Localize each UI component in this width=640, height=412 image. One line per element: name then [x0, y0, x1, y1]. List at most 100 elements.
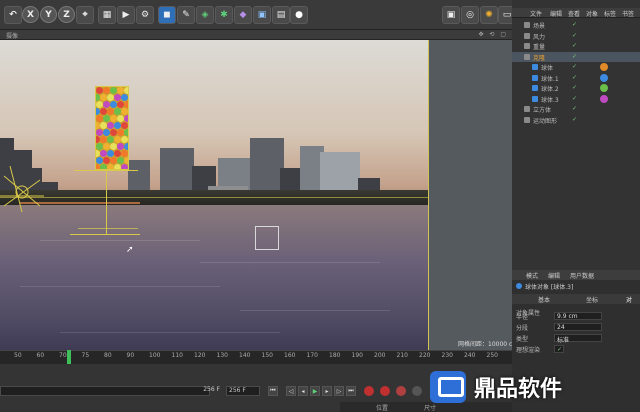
cloner-cube[interactable]: [95, 86, 129, 170]
menu-view[interactable]: 查看: [568, 9, 580, 18]
menu-edit[interactable]: 编辑: [550, 9, 562, 18]
undo-icon[interactable]: ↶: [4, 6, 22, 24]
clone-sphere: [103, 87, 110, 94]
viewport-label: 摄像: [6, 33, 19, 40]
display-icon[interactable]: ▣: [442, 6, 460, 24]
timeline-playhead[interactable]: [67, 350, 71, 364]
clone-sphere: [110, 115, 117, 122]
radius-field: 半径 9.9 cm: [516, 312, 640, 321]
timeline-tick-label: 70: [59, 352, 67, 359]
clone-sphere: [121, 136, 128, 143]
material-tag-icon[interactable]: [600, 63, 608, 71]
sun-icon[interactable]: ✺: [480, 6, 498, 24]
sphere-icon: [532, 95, 538, 102]
clone-sphere: [96, 129, 103, 136]
object-name: 球体.3: [541, 96, 559, 104]
viewport-nav-icons[interactable]: ✥ ⟲ ▢: [478, 31, 508, 38]
next-key-icon[interactable]: ▷: [334, 386, 344, 396]
menu-edit[interactable]: 编辑: [548, 271, 560, 280]
next-frame-icon[interactable]: ▸: [322, 386, 332, 396]
clone-sphere: [117, 129, 124, 136]
object-row[interactable]: 球体 ✓: [512, 62, 640, 72]
object-row[interactable]: 球体.2 ✓: [512, 83, 640, 93]
menu-bookmarks[interactable]: 书签: [622, 9, 634, 18]
sphere-icon: [516, 283, 522, 289]
object-row[interactable]: 运动图形 ✓: [512, 115, 640, 125]
light-icon[interactable]: ●: [290, 6, 308, 24]
auto-key-icon[interactable]: [380, 386, 390, 396]
render-region-icon[interactable]: ▦: [98, 6, 116, 24]
material-tag-icon[interactable]: [600, 84, 608, 92]
object-row[interactable]: 球体.1 ✓: [512, 73, 640, 83]
timeline-tick-label: 140: [239, 352, 251, 359]
prev-key-icon[interactable]: ◁: [286, 386, 296, 396]
object-row[interactable]: 克隆 ✓: [512, 51, 640, 62]
visibility-check-icon[interactable]: ✓: [572, 84, 577, 91]
cube-icon[interactable]: ◼: [158, 6, 176, 24]
menu-file[interactable]: 文件: [530, 9, 542, 18]
radius-input[interactable]: 9.9 cm: [554, 312, 602, 320]
go-end-icon[interactable]: ⏭: [346, 386, 356, 396]
attribute-tabs: 基本 坐标 对: [512, 294, 640, 304]
menu-tags[interactable]: 标签: [604, 9, 616, 18]
record-icon[interactable]: [364, 386, 374, 396]
max-frame-field[interactable]: 256 F: [226, 386, 260, 396]
menu-object[interactable]: 对象: [586, 9, 598, 18]
segments-input[interactable]: 24: [554, 323, 602, 331]
end-frame-field[interactable]: 256 F: [188, 386, 222, 396]
visibility-check-icon[interactable]: ✓: [572, 63, 577, 70]
deformer-icon[interactable]: ◆: [234, 6, 252, 24]
target-icon[interactable]: ◎: [461, 6, 479, 24]
menu-user-data[interactable]: 用户数据: [570, 271, 594, 280]
viewport[interactable]: ➚: [0, 40, 428, 350]
timeline-tick-label: 90: [126, 352, 135, 359]
object-name: 球体: [541, 65, 554, 72]
menu-mode[interactable]: 模式: [526, 271, 538, 280]
render-view-icon[interactable]: ▶: [117, 6, 135, 24]
material-tag-icon[interactable]: [600, 73, 608, 82]
object-icon: [524, 116, 530, 123]
go-start-icon[interactable]: ⏮: [268, 386, 278, 396]
render-settings-icon[interactable]: ⚙: [136, 6, 154, 24]
object-row[interactable]: 场景 ✓: [512, 20, 640, 30]
array-icon[interactable]: ✱: [215, 6, 233, 24]
y-axis-button[interactable]: Y: [40, 6, 57, 23]
tab-object[interactable]: 对: [626, 295, 632, 304]
visibility-check-icon[interactable]: ✓: [572, 105, 577, 112]
coord-icon[interactable]: ⌖: [76, 6, 94, 24]
pen-icon[interactable]: ✎: [177, 6, 195, 24]
clone-sphere: [121, 122, 128, 129]
visibility-check-icon[interactable]: ✓: [572, 95, 577, 102]
preview-range-slider[interactable]: [0, 386, 210, 396]
visibility-check-icon[interactable]: ✓: [572, 53, 577, 60]
object-row[interactable]: 重量 ✓: [512, 41, 640, 51]
object-row[interactable]: 球体.3 ✓: [512, 94, 640, 104]
tab-coordinates[interactable]: 坐标: [586, 295, 598, 304]
clone-sphere: [107, 108, 114, 115]
visibility-check-icon[interactable]: ✓: [572, 32, 577, 39]
timeline-tick-label: 50: [14, 352, 22, 359]
prev-frame-icon[interactable]: ◂: [298, 386, 308, 396]
wind-gizmo[interactable]: [0, 166, 50, 216]
clone-sphere: [103, 101, 110, 108]
x-axis-button[interactable]: X: [22, 6, 39, 23]
z-axis-button[interactable]: Z: [58, 6, 75, 23]
subdivide-icon[interactable]: ◈: [196, 6, 214, 24]
camera-icon[interactable]: ▣: [253, 6, 271, 24]
object-row[interactable]: 立方体 ✓: [512, 104, 640, 114]
tab-basic[interactable]: 基本: [538, 295, 550, 304]
object-row[interactable]: 风力 ✓: [512, 31, 640, 41]
help-icon[interactable]: [412, 386, 422, 396]
keyframe-selection-icon[interactable]: [396, 386, 406, 396]
visibility-check-icon[interactable]: ✓: [572, 21, 577, 28]
visibility-check-icon[interactable]: ✓: [572, 42, 577, 49]
material-tag-icon[interactable]: [600, 94, 608, 103]
type-select[interactable]: 标准: [554, 334, 602, 344]
play-icon[interactable]: ▶: [310, 386, 320, 396]
render-perfect-checkbox[interactable]: ✓: [554, 345, 564, 353]
visibility-check-icon[interactable]: ✓: [572, 74, 577, 81]
null-object-box[interactable]: [255, 226, 279, 250]
visibility-check-icon[interactable]: ✓: [572, 116, 577, 123]
mouse-cursor: ➚: [126, 245, 134, 255]
scene-icon[interactable]: ▤: [272, 6, 290, 24]
